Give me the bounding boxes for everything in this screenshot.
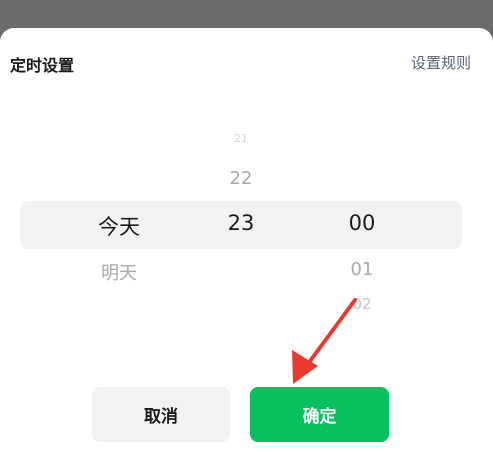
hour-selected[interactable]: 23 <box>228 211 255 235</box>
minute-option[interactable]: 01 <box>351 259 374 280</box>
cancel-button[interactable]: 取消 <box>92 387 230 442</box>
day-option[interactable]: 明天 <box>101 259 137 285</box>
confirm-button[interactable]: 确定 <box>250 387 389 442</box>
hour-option[interactable]: 21 <box>234 132 248 145</box>
hour-option[interactable]: 22 <box>230 168 253 189</box>
day-selected[interactable]: 今天 <box>98 211 140 241</box>
sheet-title: 定时设置 <box>10 56 75 75</box>
time-picker[interactable]: 21 22 23 今天 明天 00 01 02 <box>0 110 493 340</box>
minute-option[interactable]: 02 <box>352 295 371 313</box>
minute-selected[interactable]: 00 <box>349 211 376 235</box>
settings-rules-link[interactable]: 设置规则 <box>411 52 471 73</box>
